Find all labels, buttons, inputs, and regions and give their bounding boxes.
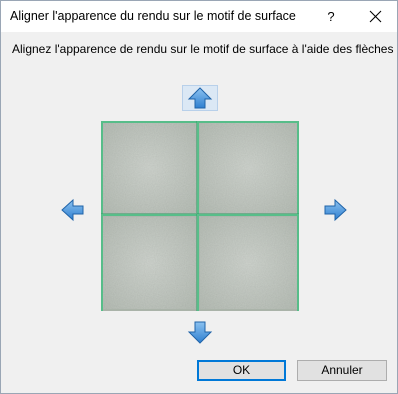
arrow-left-icon: [61, 198, 84, 222]
tile-top-right: [200, 123, 297, 213]
close-icon: [369, 10, 382, 23]
move-left-button[interactable]: [57, 197, 93, 223]
arrow-down-icon: [187, 321, 213, 344]
tile-bottom-right: [200, 217, 297, 309]
window-title: Aligner l'apparence du rendu sur le moti…: [10, 9, 296, 23]
tile-top-left: [103, 123, 196, 213]
move-right-button[interactable]: [315, 197, 351, 223]
move-up-button[interactable]: [182, 85, 218, 111]
arrow-up-icon: [187, 87, 213, 109]
arrow-right-icon: [324, 198, 347, 222]
title-bar[interactable]: Aligner l'apparence du rendu sur le moti…: [1, 1, 397, 32]
cancel-button[interactable]: Annuler: [297, 360, 387, 381]
move-down-button[interactable]: [182, 319, 218, 345]
ok-button[interactable]: OK: [197, 360, 286, 381]
instruction-text: Alignez l'apparence de rendu sur le moti…: [12, 42, 394, 56]
align-appearance-dialog: Aligner l'apparence du rendu sur le moti…: [0, 0, 398, 394]
tile-bottom-left: [103, 217, 196, 309]
surface-pattern-preview: [101, 121, 299, 311]
help-button[interactable]: ?: [311, 1, 351, 32]
close-button[interactable]: [353, 1, 397, 32]
